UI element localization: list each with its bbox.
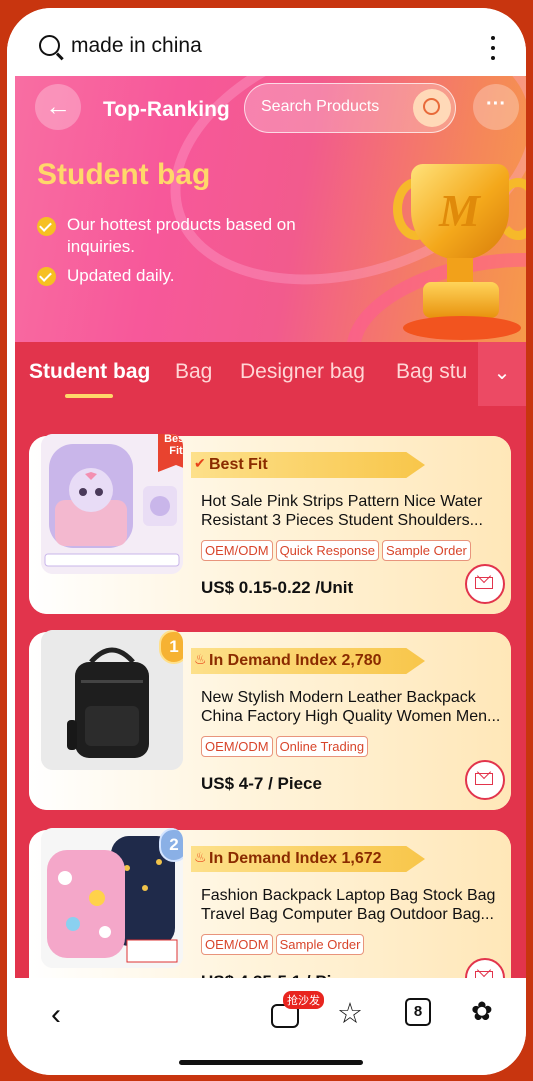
- back-arrow-icon[interactable]: ←: [35, 84, 81, 130]
- tag: Online Trading: [275, 736, 369, 757]
- browser-bottom-bar: ‹ 抢沙发 ☆ 8 ✿: [7, 978, 526, 1075]
- checkmark-icon: ✔: [194, 455, 206, 471]
- search-placeholder: Search Products: [261, 98, 380, 115]
- search-icon[interactable]: [413, 89, 451, 127]
- tag: OEM/ODM: [201, 934, 273, 955]
- tag: Quick Response: [275, 540, 379, 561]
- inquiry-mail-icon[interactable]: [465, 760, 505, 800]
- chevron-left-icon[interactable]: ‹: [51, 998, 61, 1032]
- product-card[interactable]: Best Fit ✔ Best Fit Hot Sale Pink Strips…: [29, 434, 511, 614]
- tag: Sample Order: [275, 934, 365, 955]
- product-tags: OEM/ODM Online Trading: [201, 736, 371, 757]
- tab-bag[interactable]: Bag: [175, 360, 212, 384]
- tab-designer-bag[interactable]: Designer bag: [240, 360, 365, 384]
- search-query-text[interactable]: made in china: [71, 34, 202, 58]
- hot-badge: 抢沙发: [283, 991, 324, 1009]
- product-image[interactable]: 2: [41, 828, 183, 968]
- inquiry-mail-icon[interactable]: [465, 564, 505, 604]
- product-search-input[interactable]: Search Products: [244, 83, 456, 133]
- product-tags: OEM/ODM Sample Order: [201, 934, 367, 955]
- product-card[interactable]: 2 ♨ In Demand Index 1,672 Fashion Backpa…: [29, 828, 511, 986]
- search-icon: [39, 35, 60, 56]
- rank-badge: 1: [159, 630, 183, 664]
- check-circle-icon: [37, 267, 56, 286]
- product-price: US$ 4-7 / Piece: [201, 774, 322, 793]
- phone-screen: made in china ← Top-Ranking Search Produ…: [7, 8, 526, 1075]
- tabs-count-button[interactable]: 8: [405, 998, 431, 1026]
- more-horizontal-icon[interactable]: ···: [473, 84, 519, 130]
- home-indicator[interactable]: [179, 1060, 363, 1065]
- tag: OEM/ODM: [201, 736, 273, 757]
- tab-bag-student[interactable]: Bag stu: [396, 360, 467, 384]
- fire-icon: ♨: [194, 651, 207, 667]
- product-title[interactable]: New Stylish Modern Leather Backpack Chin…: [201, 688, 501, 726]
- product-image[interactable]: 1: [41, 630, 183, 770]
- hero-bullet-2: Updated daily.: [67, 266, 175, 285]
- active-tab-indicator: [65, 394, 113, 398]
- ranking-ribbon: ✔ Best Fit: [191, 452, 425, 478]
- hero-bullet-1: Our hottest products based on inquiries.: [67, 215, 296, 256]
- category-tabs: Student bag Bag Designer bag Bag stu ⌄: [15, 342, 526, 406]
- product-title[interactable]: Hot Sale Pink Strips Pattern Nice Water …: [201, 492, 501, 530]
- check-circle-icon: [37, 217, 56, 236]
- trophy-illustration: M: [393, 164, 526, 342]
- product-card[interactable]: 1 ♨ In Demand Index 2,780 New Stylish Mo…: [29, 630, 511, 810]
- product-list: Best Fit ✔ Best Fit Hot Sale Pink Strips…: [15, 406, 526, 986]
- chevron-down-icon[interactable]: ⌄: [478, 342, 526, 406]
- rank-badge: 2: [159, 828, 183, 862]
- ranking-ribbon: ♨ In Demand Index 1,672: [191, 846, 425, 872]
- ranking-ribbon: ♨ In Demand Index 2,780: [191, 648, 425, 674]
- product-price: US$ 0.15-0.22 /Unit: [201, 578, 354, 597]
- product-image[interactable]: Best Fit: [41, 434, 183, 574]
- browser-search-bar[interactable]: made in china: [7, 8, 526, 76]
- product-tags: OEM/ODM Quick Response Sample Order: [201, 540, 474, 561]
- tab-student-bag[interactable]: Student bag: [29, 360, 150, 384]
- ranking-category-title: Student bag: [37, 158, 211, 191]
- fire-icon: ♨: [194, 849, 207, 865]
- tag: OEM/ODM: [201, 540, 273, 561]
- tag: Sample Order: [381, 540, 471, 561]
- paw-icon[interactable]: ✿: [471, 996, 493, 1027]
- ranking-hero-banner: ← Top-Ranking Search Products ··· Studen…: [15, 76, 526, 342]
- product-title[interactable]: Fashion Backpack Laptop Bag Stock Bag Tr…: [201, 886, 501, 924]
- top-ranking-label: Top-Ranking: [103, 98, 230, 121]
- star-icon[interactable]: ☆: [337, 996, 363, 1031]
- more-vertical-icon[interactable]: [491, 36, 495, 66]
